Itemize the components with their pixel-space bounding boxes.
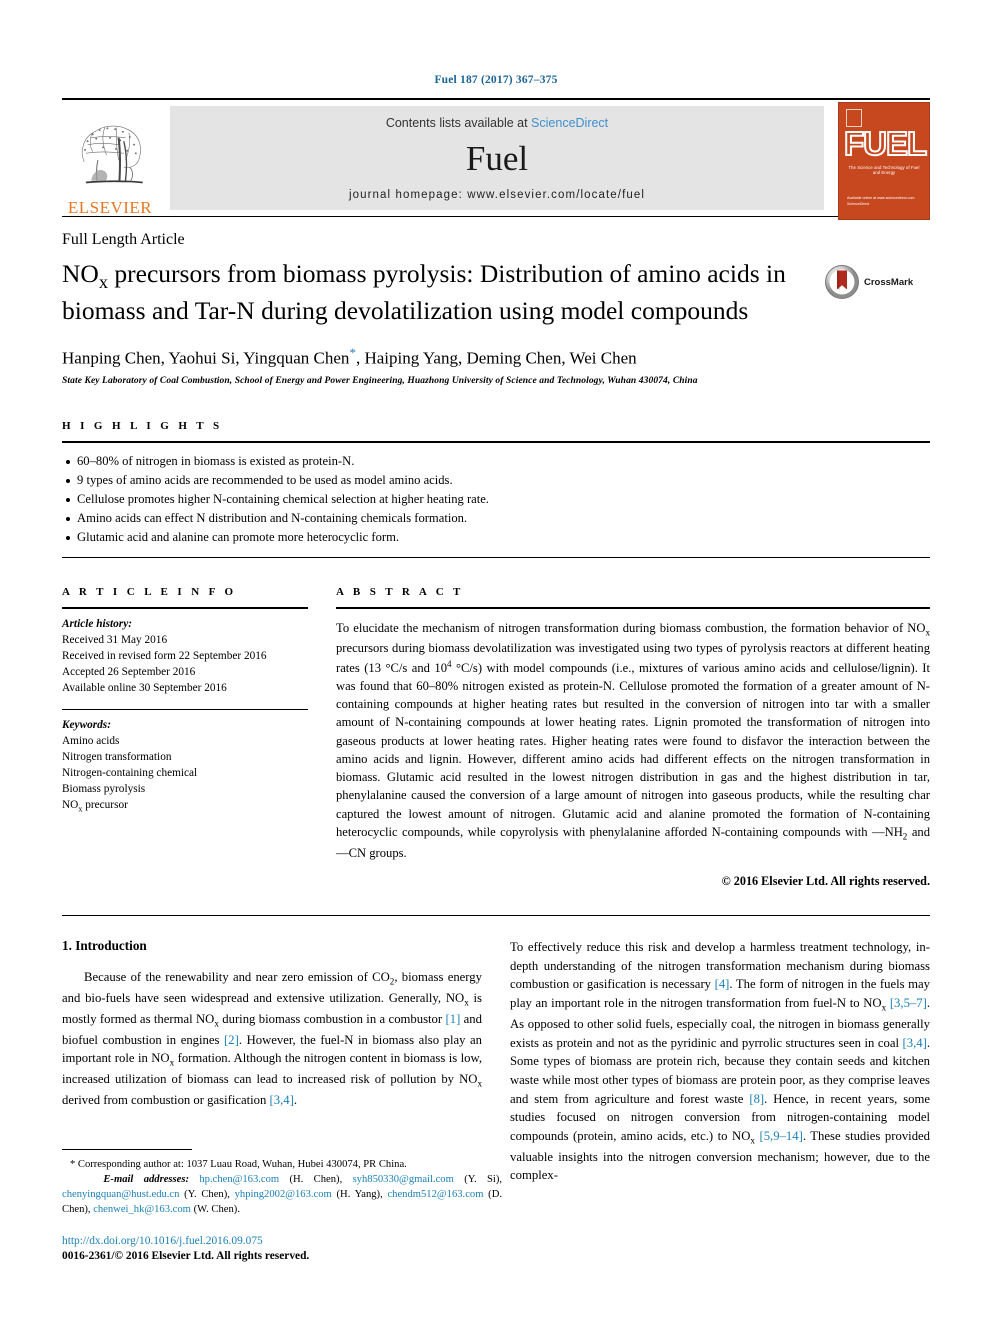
keywords-heading: Keywords: <box>62 718 111 731</box>
journal-homepage-link[interactable]: journal homepage: www.elsevier.com/locat… <box>349 189 645 201</box>
elsevier-logo: ELSEVIER <box>62 100 158 216</box>
email-label: E-mail addresses: <box>103 1173 190 1185</box>
masthead-bottom-rule <box>62 216 930 217</box>
article-history-block: Article history: Received 31 May 2016 Re… <box>62 609 308 696</box>
highlights-bottom-rule <box>62 556 930 558</box>
body-separator-rule <box>62 914 930 916</box>
keyword-item: Nitrogen-containing chemical <box>62 766 198 779</box>
highlights-section: H I G H L I G H T S 60–80% of nitrogen i… <box>62 420 930 558</box>
email-link[interactable]: chenwei_hk@163.com <box>93 1204 191 1215</box>
section-heading-introduction: 1. Introduction <box>62 937 147 953</box>
email-person: (H. Yang) <box>336 1189 381 1201</box>
history-item: Received 31 May 2016 <box>62 633 168 646</box>
sciencedirect-link[interactable]: ScienceDirect <box>531 116 608 130</box>
intro-paragraph-left: Because of the renewability and near zer… <box>62 969 482 1108</box>
email-addresses-note: E-mail addresses: hp.chen@163.com (H. Ch… <box>62 1173 503 1216</box>
elsevier-wordmark: ELSEVIER <box>67 198 153 217</box>
crossmark-icon <box>825 265 859 299</box>
list-item: Glutamic acid and alanine can promote mo… <box>64 528 930 547</box>
list-item: Cellulose promotes higher N-containing c… <box>64 490 930 509</box>
article-type-label: Full Length Article <box>62 231 185 248</box>
masthead-center-panel: Contents lists available at ScienceDirec… <box>170 106 824 210</box>
highlights-label: H I G H L I G H T S <box>62 419 223 432</box>
article-title: NOx precursors from biomass pyrolysis: D… <box>62 259 786 325</box>
doi-link[interactable]: http://dx.doi.org/10.1016/j.fuel.2016.09… <box>62 1234 502 1250</box>
keyword-item: Amino acids <box>62 734 120 747</box>
email-link[interactable]: syh850330@gmail.com <box>353 1174 454 1185</box>
abstract-label: A B S T R A C T <box>336 585 464 598</box>
article-history-heading: Article history: <box>62 617 132 630</box>
footnote-block: * Corresponding author at: 1037 Luau Roa… <box>62 1148 502 1265</box>
footnote-rule <box>62 1148 192 1150</box>
article-info-label: A R T I C L E I N F O <box>62 585 237 598</box>
corresponding-author-note: * Corresponding author at: 1037 Luau Roa… <box>62 1158 407 1170</box>
email-person: (H. Chen) <box>289 1173 340 1185</box>
running-head: Fuel 187 (2017) 367–375 <box>434 74 558 86</box>
keywords-block: Keywords: Amino acids Nitrogen transform… <box>62 710 308 815</box>
cover-footer-text: Available online at www.sciencedirect.co… <box>847 196 915 206</box>
issn-copyright-line: 0016-2361/© 2016 Elsevier Ltd. All right… <box>62 1250 310 1263</box>
email-link[interactable]: yhping2002@163.com <box>235 1189 332 1200</box>
citation-ref[interactable]: [3,5–7] <box>890 996 927 1010</box>
list-item: 9 types of amino acids are recommended t… <box>64 471 930 490</box>
abstract-column: A B S T R A C T To elucidate the mechani… <box>336 586 930 889</box>
email-link[interactable]: chenyingquan@hust.edu.cn <box>62 1189 179 1200</box>
highlights-list: 60–80% of nitrogen in biomass is existed… <box>62 443 930 557</box>
corresponding-author-text: Corresponding author at: 1037 Luau Road,… <box>77 1158 407 1170</box>
contents-prefix: Contents lists available at <box>385 116 532 130</box>
abstract-body: To elucidate the mechanism of nitrogen t… <box>336 609 930 862</box>
keyword-item: Nitrogen transformation <box>62 750 172 763</box>
citation-ref[interactable]: [3,4] <box>270 1093 294 1107</box>
list-item: Amino acids can effect N distribution an… <box>64 509 930 528</box>
doi-block: http://dx.doi.org/10.1016/j.fuel.2016.09… <box>62 1234 502 1265</box>
article-info-column: A R T I C L E I N F O Article history: R… <box>62 586 308 889</box>
email-person: (W. Chen) <box>193 1204 238 1216</box>
body-column-right: To effectively reduce this risk and deve… <box>510 938 930 1185</box>
keyword-item: NOx precursor <box>62 798 128 814</box>
author-list: Hanping Chen, Yaohui Si, Yingquan Chen*,… <box>62 345 930 369</box>
article-page: Fuel 187 (2017) 367–375 ELSEVIER Content… <box>0 0 992 1323</box>
journal-cover-thumbnail: FUEL The Science and Technology of Fuel … <box>838 102 930 220</box>
history-item: Received in revised form 22 September 20… <box>62 649 267 662</box>
email-link[interactable]: hp.chen@163.com <box>199 1174 279 1185</box>
citation-ref[interactable]: [1] <box>446 1012 461 1026</box>
journal-title: Fuel <box>465 139 529 178</box>
abstract-copyright: © 2016 Elsevier Ltd. All rights reserved… <box>721 873 930 888</box>
journal-masthead: ELSEVIER Contents lists available at Sci… <box>62 98 930 220</box>
title-row: NOx precursors from biomass pyrolysis: D… <box>62 258 930 327</box>
authors-lead: Hanping Chen, Yaohui Si, Yingquan Chen <box>62 348 350 368</box>
keyword-item: Biomass pyrolysis <box>62 782 146 795</box>
history-item: Accepted 26 September 2016 <box>62 665 196 678</box>
author-affiliation: State Key Laboratory of Coal Combustion,… <box>62 375 698 386</box>
intro-paragraph-right: To effectively reduce this risk and deve… <box>510 939 931 1183</box>
list-item: 60–80% of nitrogen in biomass is existed… <box>64 452 930 471</box>
contents-available-line: Contents lists available at ScienceDirec… <box>386 116 608 130</box>
citation-ref[interactable]: [4] <box>715 977 730 991</box>
cover-subtitle: The Science and Technology of Fuel and E… <box>848 165 920 175</box>
footnote-text: * Corresponding author at: 1037 Luau Roa… <box>62 1157 502 1218</box>
citation-ref[interactable]: [3,4] <box>903 1036 927 1050</box>
cover-wordmark: FUEL <box>843 125 928 162</box>
email-person: (Y. Si) <box>464 1173 500 1185</box>
elsevier-tree-icon <box>81 125 143 184</box>
info-abstract-row: A R T I C L E I N F O Article history: R… <box>62 586 930 889</box>
crossmark-badge[interactable]: CrossMark <box>824 264 930 300</box>
email-person: (Y. Chen) <box>184 1189 228 1201</box>
history-item: Available online 30 September 2016 <box>62 681 227 694</box>
citation-ref[interactable]: [2] <box>224 1033 239 1047</box>
citation-ref[interactable]: [8] <box>749 1092 764 1106</box>
authors-tail: , Haiping Yang, Deming Chen, Wei Chen <box>355 348 637 368</box>
abstract-paragraph: To elucidate the mechanism of nitrogen t… <box>336 620 930 860</box>
crossmark-label: CrossMark <box>864 276 914 288</box>
email-link[interactable]: chendm512@163.com <box>387 1189 483 1200</box>
citation-ref[interactable]: [5,9–14] <box>759 1129 802 1143</box>
